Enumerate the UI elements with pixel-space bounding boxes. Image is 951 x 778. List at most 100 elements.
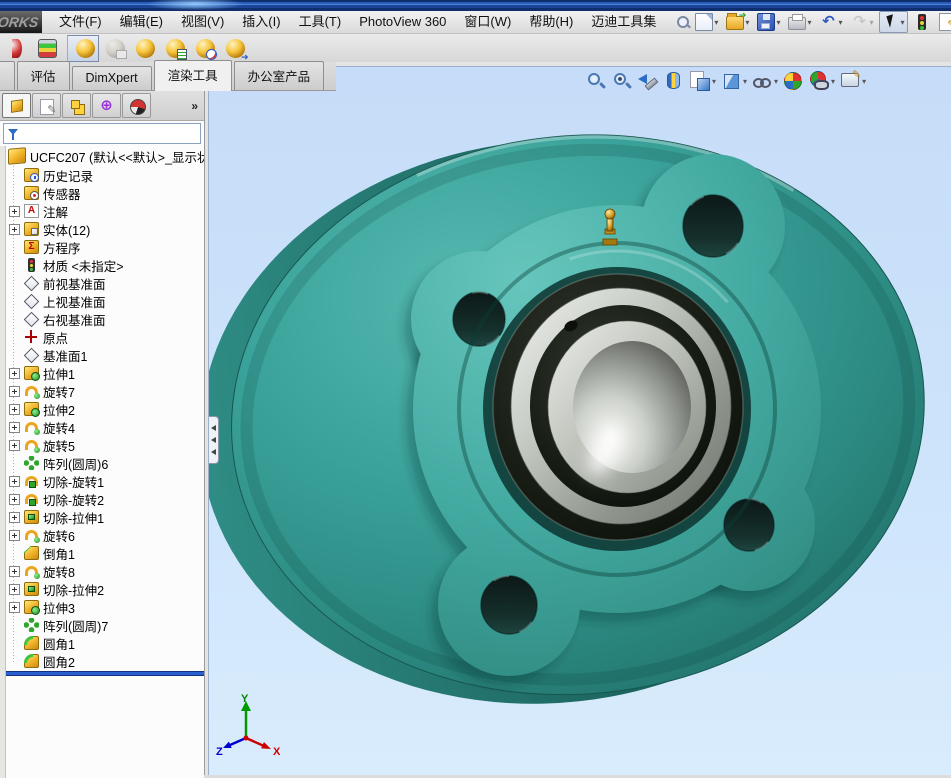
expand-toggle-icon[interactable]: [9, 440, 20, 451]
zoom-to-area-button[interactable]: ▾: [611, 70, 633, 92]
tree-item[interactable]: 右视基准面: [0, 310, 204, 328]
final-render-button[interactable]: [131, 35, 159, 62]
command-tab[interactable]: 评估: [17, 61, 70, 90]
integrated-preview-button[interactable]: [67, 35, 99, 62]
tree-filter-field[interactable]: [3, 123, 201, 144]
tree-item[interactable]: 旋转8: [0, 562, 204, 580]
expand-toggle-icon[interactable]: [9, 566, 20, 577]
tree-item[interactable]: 上视基准面: [0, 292, 204, 310]
tree-item[interactable]: 旋转4: [0, 418, 204, 436]
featuremanager-tree-tab[interactable]: [2, 93, 31, 118]
rebuild-traffic-light-button[interactable]: ▾: [910, 11, 934, 33]
search-icon[interactable]: [675, 14, 691, 30]
tree-item[interactable]: 切除-旋转2: [0, 490, 204, 508]
new-document-button[interactable]: ▾: [692, 11, 721, 33]
graphics-area[interactable]: ▾ ▾ ▾ ▾ ▾ ▾: [208, 66, 951, 775]
tree-item[interactable]: 拉伸3: [0, 598, 204, 616]
expand-toggle-icon[interactable]: [9, 602, 20, 613]
expand-toggle-icon[interactable]: [9, 494, 20, 505]
expand-toggle-icon[interactable]: [9, 206, 20, 217]
menu-item[interactable]: 窗口(W): [455, 11, 520, 33]
apply-scene-button[interactable]: ▾: [782, 70, 804, 92]
propertymanager-tab[interactable]: [32, 93, 61, 118]
tree-item[interactable]: 圆角1: [0, 634, 204, 652]
dropdown-arrow-icon[interactable]: ▾: [743, 77, 747, 86]
configurationmanager-tab[interactable]: [62, 93, 91, 118]
dropdown-arrow-icon[interactable]: ▾: [869, 18, 873, 27]
expand-toggle-icon[interactable]: [9, 476, 20, 487]
tree-item[interactable]: 方程序: [0, 238, 204, 256]
rollback-bar[interactable]: [0, 671, 204, 676]
dropdown-arrow-icon[interactable]: ▾: [774, 77, 778, 86]
zoom-to-fit-button[interactable]: ▾: [585, 70, 607, 92]
dimxpertmanager-tab[interactable]: [92, 93, 121, 118]
hide-show-items-button[interactable]: ▾: [751, 70, 778, 92]
schedule-render-button[interactable]: [191, 35, 219, 62]
tree-item[interactable]: 实体(12): [0, 220, 204, 238]
expand-toggle-icon[interactable]: [9, 386, 20, 397]
tree-item[interactable]: 材质 <未指定>: [0, 256, 204, 274]
dropdown-arrow-icon[interactable]: ▾: [807, 18, 811, 27]
select-cursor-button[interactable]: ▾: [879, 11, 908, 33]
menu-item[interactable]: 工具(T): [290, 11, 351, 33]
expand-toggle-icon[interactable]: [9, 368, 20, 379]
tree-item[interactable]: 旋转5: [0, 436, 204, 454]
panel-tabs-overflow-button[interactable]: »: [187, 99, 202, 113]
dropdown-arrow-icon[interactable]: ▾: [838, 18, 842, 27]
expand-toggle-icon[interactable]: [9, 422, 20, 433]
edit-appearance-button[interactable]: ▾: [839, 70, 866, 92]
section-view-button[interactable]: ▾: [663, 70, 685, 92]
view-settings-button[interactable]: ▾: [808, 70, 835, 92]
dropdown-arrow-icon[interactable]: ▾: [901, 18, 905, 27]
view-orientation-button[interactable]: ▾: [689, 70, 716, 92]
expand-toggle-icon[interactable]: [9, 584, 20, 595]
menu-item[interactable]: 文件(F): [50, 11, 111, 33]
tree-item[interactable]: 历史记录: [0, 166, 204, 184]
tree-item[interactable]: 阵列(圆周)7: [0, 616, 204, 634]
menu-item[interactable]: 视图(V): [172, 11, 233, 33]
expand-toggle-icon[interactable]: [9, 512, 20, 523]
displaymanager-tab[interactable]: [122, 93, 151, 118]
redo-button[interactable]: ▾: [847, 11, 876, 33]
dropdown-arrow-icon[interactable]: ▾: [862, 77, 866, 86]
model-ucfc207-bearing-unit[interactable]: [209, 67, 951, 775]
tree-item[interactable]: 旋转6: [0, 526, 204, 544]
tree-item[interactable]: 拉伸1: [0, 364, 204, 382]
dropdown-arrow-icon[interactable]: ▾: [714, 18, 718, 27]
tree-item[interactable]: 拉伸2: [0, 400, 204, 418]
tree-item[interactable]: 圆角2: [0, 652, 204, 670]
tree-item[interactable]: 前视基准面: [0, 274, 204, 292]
dropdown-arrow-icon[interactable]: ▾: [776, 18, 780, 27]
dropdown-arrow-icon[interactable]: ▾: [712, 77, 716, 86]
command-tab[interactable]: 渲染工具: [154, 60, 232, 91]
tree-item[interactable]: 切除-拉伸1: [0, 508, 204, 526]
apply-scene-button[interactable]: [33, 35, 61, 62]
menu-item[interactable]: 编辑(E): [111, 11, 172, 33]
tree-item[interactable]: 切除-旋转1: [0, 472, 204, 490]
tree-item[interactable]: 原点: [0, 328, 204, 346]
display-style-button[interactable]: ▾: [720, 70, 747, 92]
render-options-button[interactable]: [161, 35, 189, 62]
recall-last-render-button[interactable]: [221, 35, 249, 62]
command-tab[interactable]: DimXpert: [72, 66, 152, 90]
file-properties-button[interactable]: ▾: [936, 11, 951, 33]
save-button[interactable]: ▾: [754, 11, 783, 33]
tree-root-item[interactable]: UCFC207 (默认<<默认>_显示状: [0, 146, 204, 166]
open-button[interactable]: ▾: [723, 12, 752, 32]
menu-item[interactable]: 插入(I): [233, 11, 289, 33]
edit-appearance-button[interactable]: [3, 35, 31, 62]
tree-item[interactable]: 注解: [0, 202, 204, 220]
expand-toggle-icon[interactable]: [9, 224, 20, 235]
undo-button[interactable]: ▾: [816, 11, 845, 33]
tree-item[interactable]: 倒角1: [0, 544, 204, 562]
menu-item[interactable]: PhotoView 360: [350, 11, 455, 33]
panel-collapse-handle[interactable]: [209, 416, 219, 464]
tree-item[interactable]: 基准面1: [0, 346, 204, 364]
print-button[interactable]: ▾: [785, 13, 814, 32]
tree-item[interactable]: 切除-拉伸2: [0, 580, 204, 598]
previous-view-button[interactable]: ▾: [637, 70, 659, 92]
menu-item[interactable]: 帮助(H): [520, 11, 582, 33]
tree-item[interactable]: 传感器: [0, 184, 204, 202]
expand-toggle-icon[interactable]: [9, 530, 20, 541]
menu-item[interactable]: 迈迪工具集: [582, 11, 665, 33]
